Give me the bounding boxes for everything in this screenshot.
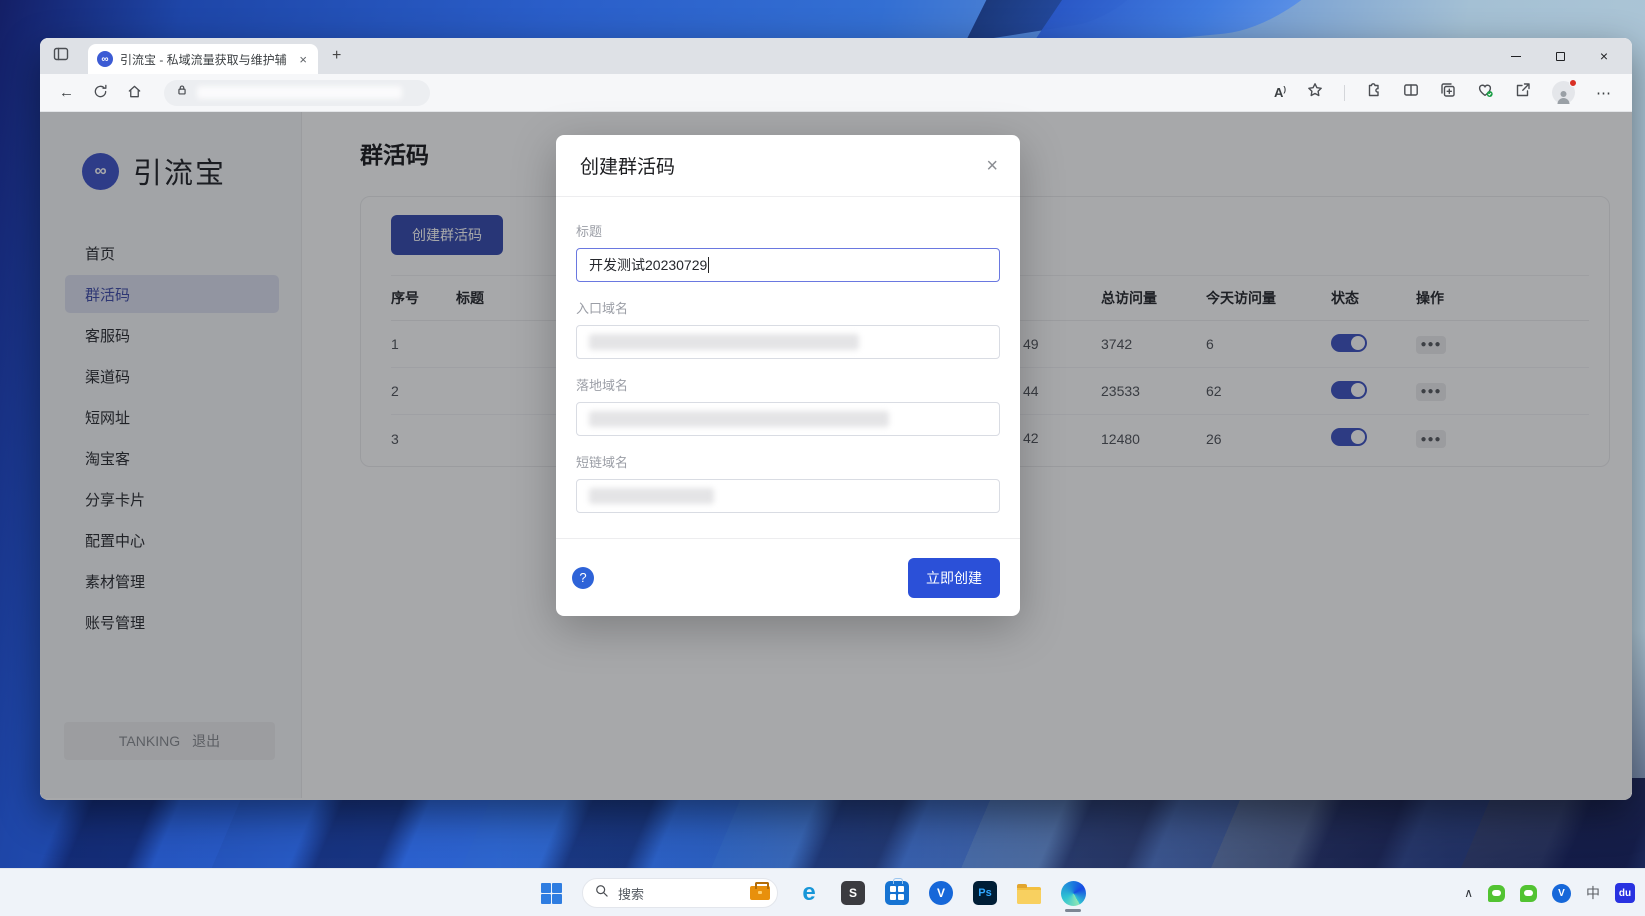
submit-create-button[interactable]: 立即创建 <box>908 558 1000 598</box>
search-icon <box>595 884 609 903</box>
field-entry-domain: 入口域名 <box>576 298 1000 359</box>
taskbar-v-app[interactable]: V <box>928 880 954 906</box>
v-app-tray-icon[interactable]: V <box>1552 884 1571 903</box>
redacted-value <box>589 334 859 350</box>
taskbar-edge[interactable] <box>1060 880 1086 906</box>
taskbar-center: 搜索 e S V Ps <box>538 869 1086 916</box>
browser-essentials-icon[interactable] <box>1477 82 1494 103</box>
address-bar[interactable] <box>164 80 430 106</box>
browser-window: ∞ 引流宝 - 私域流量获取与维护辅 × + × ← A) <box>40 38 1632 800</box>
favorites-star-icon[interactable] <box>1307 82 1323 103</box>
tab-actions-icon[interactable] <box>53 46 69 67</box>
taskbar-search[interactable]: 搜索 <box>582 878 778 908</box>
taskbar-edge-legacy[interactable]: e <box>796 880 822 906</box>
field-label: 入口域名 <box>576 298 1000 317</box>
tab-title: 引流宝 - 私域流量获取与维护辅 <box>120 51 290 68</box>
modal-header: 创建群活码 × <box>556 135 1020 197</box>
modal-title: 创建群活码 <box>580 152 675 179</box>
short-link-domain-input[interactable] <box>576 479 1000 513</box>
search-label: 搜索 <box>618 884 741 903</box>
modal-footer: ? 立即创建 <box>556 538 1020 616</box>
search-highlight-briefcase-icon[interactable] <box>750 886 770 900</box>
field-landing-domain: 落地域名 <box>576 375 1000 436</box>
browser-tab[interactable]: ∞ 引流宝 - 私域流量获取与维护辅 × <box>88 44 318 74</box>
entry-domain-input[interactable] <box>576 325 1000 359</box>
minimize-icon <box>1511 56 1521 57</box>
profile-notification-dot <box>1569 79 1577 87</box>
close-icon: × <box>1600 49 1608 63</box>
field-label: 落地域名 <box>576 375 1000 394</box>
taskbar-file-explorer[interactable] <box>1016 880 1042 906</box>
extensions-icon[interactable] <box>1366 82 1382 103</box>
wechat-tray-icon[interactable] <box>1488 885 1505 902</box>
taskbar-photoshop[interactable]: Ps <box>972 880 998 906</box>
edge-icon <box>1061 881 1086 906</box>
taskbar-s-app[interactable]: S <box>840 880 866 906</box>
taskbar-microsoft-store[interactable] <box>884 880 910 906</box>
help-button[interactable]: ? <box>572 567 594 589</box>
share-icon[interactable] <box>1515 82 1531 103</box>
refresh-icon[interactable] <box>93 84 108 102</box>
window-controls: × <box>1494 38 1626 74</box>
site-favicon: ∞ <box>97 51 113 67</box>
minimize-button[interactable] <box>1494 38 1538 74</box>
title-input-value: 开发测试20230729 <box>589 255 707 275</box>
read-aloud-icon[interactable]: A) <box>1274 85 1286 100</box>
v-app-icon: V <box>929 881 953 905</box>
profile-avatar[interactable] <box>1552 81 1575 104</box>
close-button[interactable]: × <box>1582 38 1626 74</box>
microsoft-store-icon <box>885 881 909 905</box>
photoshop-icon: Ps <box>973 881 997 905</box>
start-button[interactable] <box>538 880 564 906</box>
lock-icon <box>175 83 189 102</box>
field-label: 标题 <box>576 221 1000 240</box>
maximize-button[interactable] <box>1538 38 1582 74</box>
wechat-tray-icon[interactable] <box>1520 885 1537 902</box>
new-tab-button[interactable]: + <box>332 47 341 65</box>
baidu-netdisk-icon[interactable]: du <box>1615 883 1635 903</box>
modal-body: 标题 开发测试20230729 入口域名 落地域名 短链域名 <box>556 197 1020 529</box>
text-caret <box>708 257 709 273</box>
field-title: 标题 开发测试20230729 <box>576 221 1000 282</box>
home-icon[interactable] <box>127 84 142 102</box>
edge-legacy-icon: e <box>802 881 815 905</box>
s-app-icon: S <box>841 881 865 905</box>
field-short-link-domain: 短链域名 <box>576 452 1000 513</box>
redacted-value <box>589 488 714 504</box>
redacted-value <box>589 411 889 427</box>
field-label: 短链域名 <box>576 452 1000 471</box>
browser-toolbar: ← A) <box>40 74 1632 112</box>
windows-logo-icon <box>541 883 562 904</box>
back-icon[interactable]: ← <box>59 85 74 100</box>
browser-titlebar: ∞ 引流宝 - 私域流量获取与维护辅 × + × <box>40 38 1632 74</box>
toolbar-actions: A) ⋯ <box>1274 81 1632 104</box>
toolbar-divider <box>1344 85 1345 101</box>
landing-domain-input[interactable] <box>576 402 1000 436</box>
redacted-url <box>197 86 402 99</box>
maximize-icon <box>1556 52 1565 61</box>
split-screen-icon[interactable] <box>1403 82 1419 103</box>
system-tray: ∧ V 中 du <box>1464 869 1635 916</box>
collections-icon[interactable] <box>1440 82 1456 103</box>
tab-close-icon[interactable]: × <box>297 52 309 67</box>
create-group-code-modal: 创建群活码 × 标题 开发测试20230729 入口域名 落地域名 <box>556 135 1020 616</box>
tray-chevron-up-icon[interactable]: ∧ <box>1464 886 1473 900</box>
modal-close-icon[interactable]: × <box>986 156 998 176</box>
title-input[interactable]: 开发测试20230729 <box>576 248 1000 282</box>
settings-more-icon[interactable]: ⋯ <box>1596 84 1612 102</box>
file-explorer-icon <box>1017 887 1041 904</box>
windows-taskbar: 搜索 e S V Ps ∧ V 中 du <box>0 868 1645 916</box>
input-method-icon[interactable]: 中 <box>1586 883 1600 903</box>
